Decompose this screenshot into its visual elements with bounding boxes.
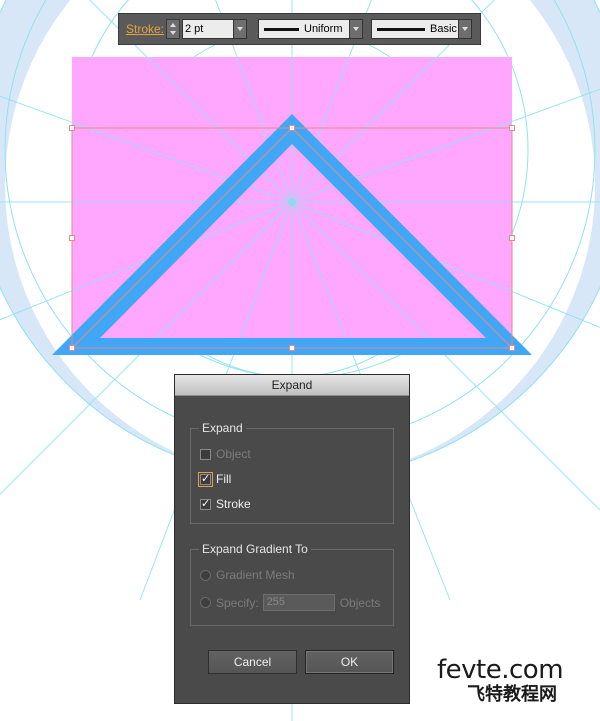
expand-group-legend: Expand <box>199 421 246 435</box>
stepper-down-icon[interactable] <box>170 31 176 35</box>
specify-label: Specify: <box>216 595 259 610</box>
stepper-up-icon[interactable] <box>170 23 176 27</box>
watermark-chinese-name: 飞特教程网 <box>467 684 557 705</box>
stroke-option[interactable]: ✓ Stroke <box>200 497 251 511</box>
brush-label: Basic <box>430 23 457 35</box>
specify-objects-input[interactable]: 255 <box>262 594 335 611</box>
stroke-option-label: Stroke <box>216 497 251 511</box>
fevte-watermark: fevte.com 飞特教程网 <box>437 656 597 706</box>
stroke-label-link[interactable]: Stroke: <box>126 22 164 36</box>
ok-button[interactable]: OK <box>305 650 394 674</box>
expand-gradient-group: Expand Gradient To Gradient Mesh Specify… <box>190 542 394 626</box>
variable-width-profile-select[interactable]: Uniform <box>258 19 350 39</box>
stroke-toolbar: Stroke: 2 pt Uniform Basic <box>118 13 481 45</box>
weight-stepper[interactable] <box>166 19 180 39</box>
brush-definition-select[interactable]: Basic <box>371 19 459 39</box>
fill-label: Fill <box>216 472 232 486</box>
gradient-group-legend: Expand Gradient To <box>199 542 311 556</box>
fill-option[interactable]: ✓ Fill <box>198 471 232 487</box>
weight-dropdown-button[interactable] <box>234 19 247 39</box>
dialog-title[interactable]: Expand <box>175 375 409 396</box>
gradient-mesh-radio[interactable] <box>200 569 211 581</box>
expand-dialog: Expand Expand Object ✓ Fill ✓ Stroke Exp… <box>174 374 410 704</box>
stroke-weight-input[interactable]: 2 pt <box>182 19 234 39</box>
watermark-domain: fevte.com <box>437 655 564 685</box>
basic-brush-line-icon <box>377 27 425 31</box>
center-point <box>288 198 296 206</box>
specify-radio[interactable] <box>200 597 211 608</box>
profile-label: Uniform <box>304 23 343 35</box>
gradient-mesh-option[interactable]: Gradient Mesh <box>200 568 295 582</box>
cancel-button[interactable]: Cancel <box>208 650 297 674</box>
object-option[interactable]: Object <box>200 447 251 461</box>
brush-dropdown-button[interactable] <box>459 19 472 39</box>
expand-group: Expand Object ✓ Fill ✓ Stroke <box>190 421 394 524</box>
uniform-line-icon <box>264 27 299 31</box>
object-label: Object <box>216 447 251 461</box>
specify-option[interactable]: Specify: 255 Objects <box>200 594 380 611</box>
object-checkbox[interactable] <box>200 448 211 460</box>
objects-label: Objects <box>339 595 381 610</box>
profile-dropdown-button[interactable] <box>350 19 363 39</box>
stroke-checkbox[interactable]: ✓ <box>200 498 211 510</box>
fill-checkbox[interactable]: ✓ <box>198 471 213 487</box>
gradient-mesh-label: Gradient Mesh <box>216 568 295 582</box>
